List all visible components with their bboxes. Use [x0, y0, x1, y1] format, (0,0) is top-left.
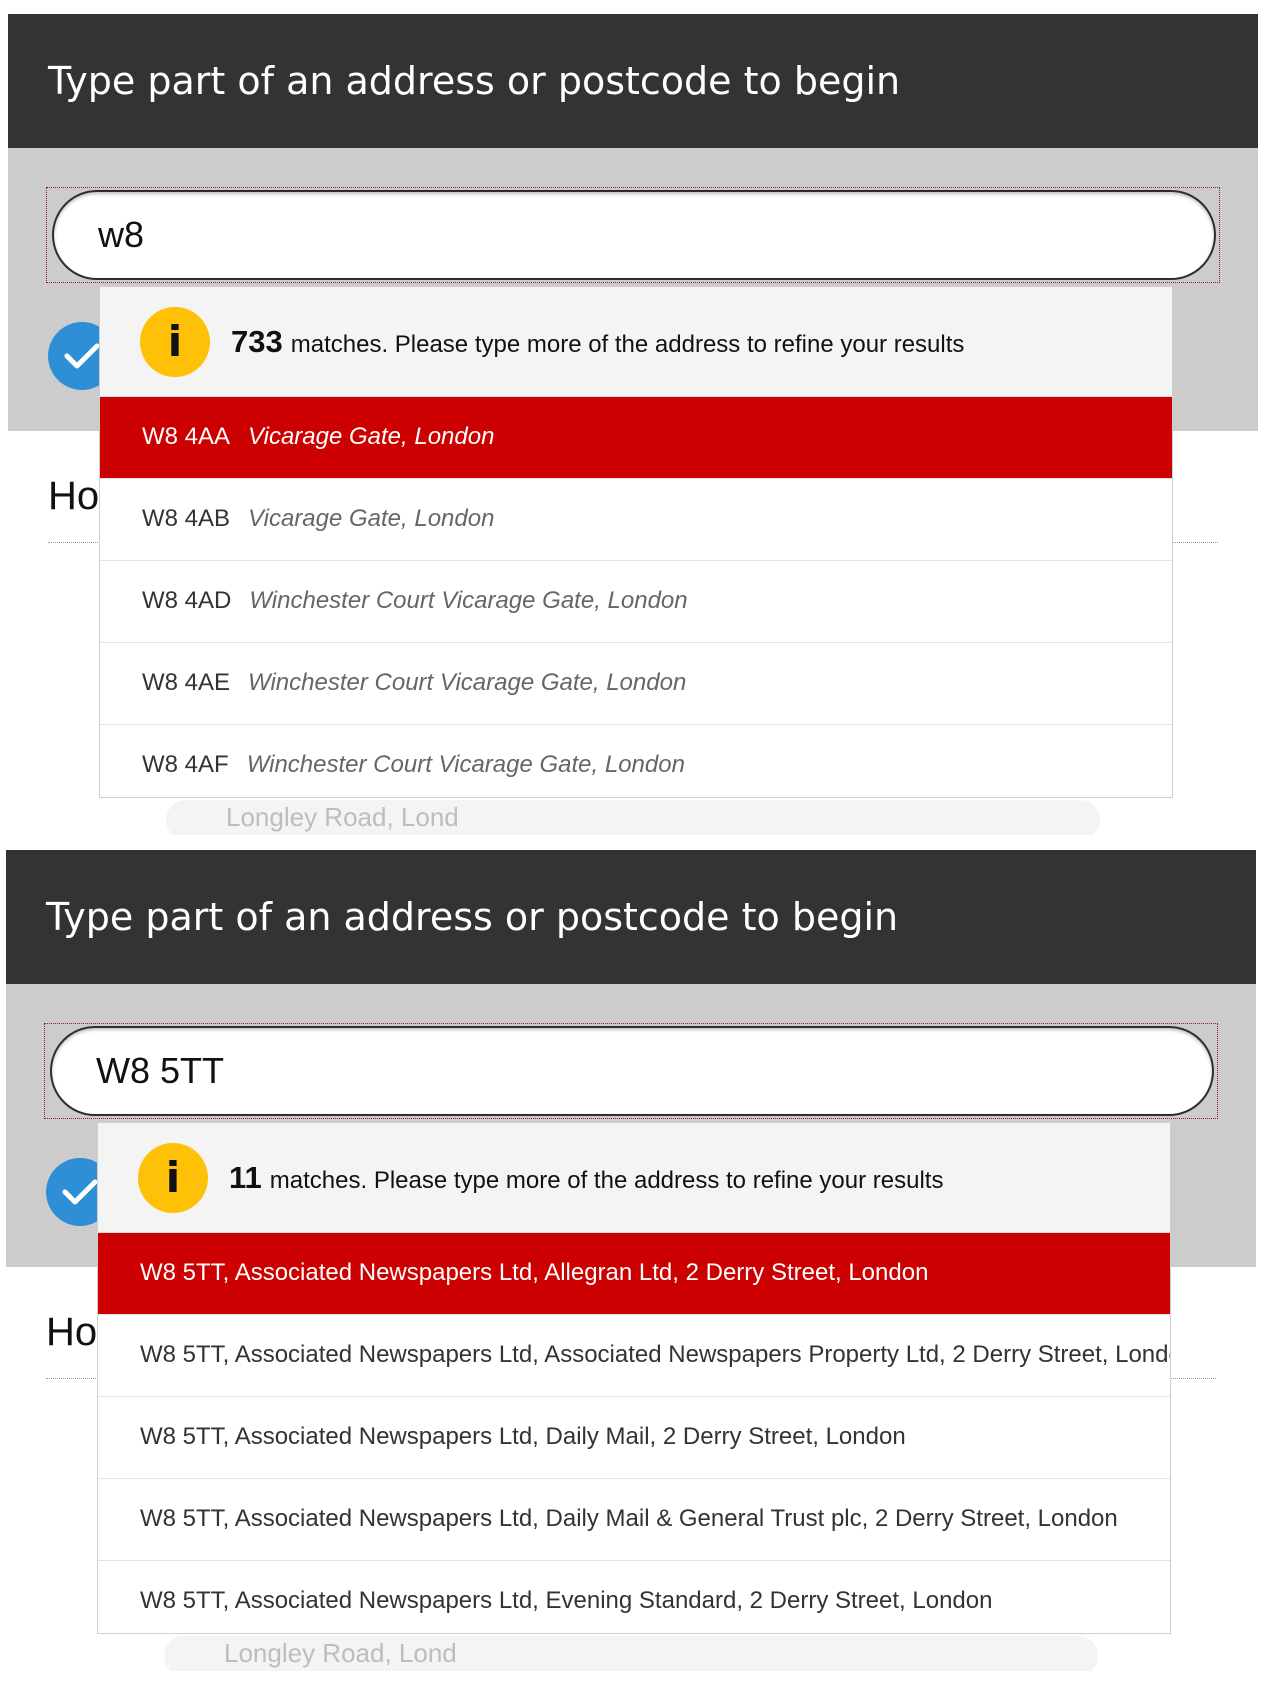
suggestion-address: Winchester Court Vicarage Gate, London — [246, 751, 685, 778]
suggestion-address: Winchester Court Vicarage Gate, London — [248, 669, 687, 696]
page-title: Type part of an address or postcode to b… — [8, 14, 1258, 148]
info-icon: i — [138, 1143, 208, 1213]
suggestion-item[interactable]: W8 4AF Winchester Court Vicarage Gate, Lo… — [100, 725, 1172, 797]
match-count-text: 733 matches. Please type more of the addr… — [231, 287, 964, 400]
suggestions-dropdown: i 11 matches. Please type more of the add… — [97, 1122, 1171, 1634]
background-field-text: Longley Road, Lond — [224, 1638, 457, 1668]
suggestion-postcode: W8 4AB — [142, 505, 231, 532]
suggestion-address: W8 5TT, Associated Newspapers Ltd, Assoc… — [140, 1341, 1170, 1368]
suggestion-address: Vicarage Gate, London — [248, 505, 495, 532]
background-heading: Ho — [48, 474, 100, 518]
suggestion-address: W8 5TT, Associated Newspapers Ltd, Daily… — [140, 1423, 906, 1450]
match-count: 733 — [231, 324, 283, 359]
background-field: Longley Road, Lond — [164, 1636, 1098, 1671]
match-count-text: 11 matches. Please type more of the addre… — [229, 1123, 943, 1236]
background-field: Longley Road, Lond — [166, 800, 1100, 835]
suggestion-address: W8 5TT, Associated Newspapers Ltd, Daily… — [140, 1505, 1118, 1532]
suggestion-item[interactable]: W8 4AD Winchester Court Vicarage Gate, Lo… — [100, 561, 1172, 643]
suggestion-address: Winchester Court Vicarage Gate, London — [249, 587, 688, 614]
suggestion-item[interactable]: W8 4AB Vicarage Gate, London — [100, 479, 1172, 561]
suggestion-item[interactable]: W8 5TT, Associated Newspapers Ltd, Alleg… — [98, 1233, 1170, 1315]
suggestion-item[interactable]: W8 5TT, Associated Newspapers Ltd, Daily… — [98, 1479, 1170, 1561]
page-title: Type part of an address or postcode to b… — [6, 850, 1256, 984]
suggestion-item[interactable]: W8 4AE Winchester Court Vicarage Gate, Lo… — [100, 643, 1172, 725]
address-panel-1: Type part of an address or postcode to b… — [0, 0, 1264, 835]
suggestion-item[interactable]: W8 5TT, Associated Newspapers Ltd, Eveni… — [98, 1561, 1170, 1633]
address-search-input[interactable]: W8 5TT — [50, 1026, 1214, 1116]
background-field-text: Longley Road, Lond — [226, 802, 459, 832]
suggestion-postcode: W8 4AE — [142, 669, 231, 696]
match-message: matches. Please type more of the address… — [269, 1167, 944, 1194]
suggestion-postcode: W8 4AA — [142, 423, 231, 450]
suggestion-postcode: W8 4AD — [142, 587, 232, 614]
match-message: matches. Please type more of the address… — [290, 331, 965, 358]
match-count-notice: i 733 matches. Please type more of the ad… — [100, 287, 1172, 397]
suggestion-address: W8 5TT, Associated Newspapers Ltd, Alleg… — [140, 1259, 929, 1286]
info-icon: i — [140, 307, 210, 377]
address-search-input[interactable]: w8 — [52, 190, 1216, 280]
suggestions-dropdown: i 733 matches. Please type more of the ad… — [99, 286, 1173, 798]
background-heading: Ho — [46, 1310, 98, 1354]
match-count: 11 — [229, 1160, 262, 1195]
match-count-notice: i 11 matches. Please type more of the add… — [98, 1123, 1170, 1233]
address-panel-2: Type part of an address or postcode to b… — [0, 836, 1264, 1671]
suggestion-postcode: W8 4AF — [142, 751, 229, 778]
suggestion-item[interactable]: W8 4AA Vicarage Gate, London — [100, 397, 1172, 479]
suggestion-address: Vicarage Gate, London — [248, 423, 495, 450]
suggestion-item[interactable]: W8 5TT, Associated Newspapers Ltd, Daily… — [98, 1397, 1170, 1479]
suggestion-address: W8 5TT, Associated Newspapers Ltd, Eveni… — [140, 1587, 993, 1614]
suggestion-item[interactable]: W8 5TT, Associated Newspapers Ltd, Assoc… — [98, 1315, 1170, 1397]
